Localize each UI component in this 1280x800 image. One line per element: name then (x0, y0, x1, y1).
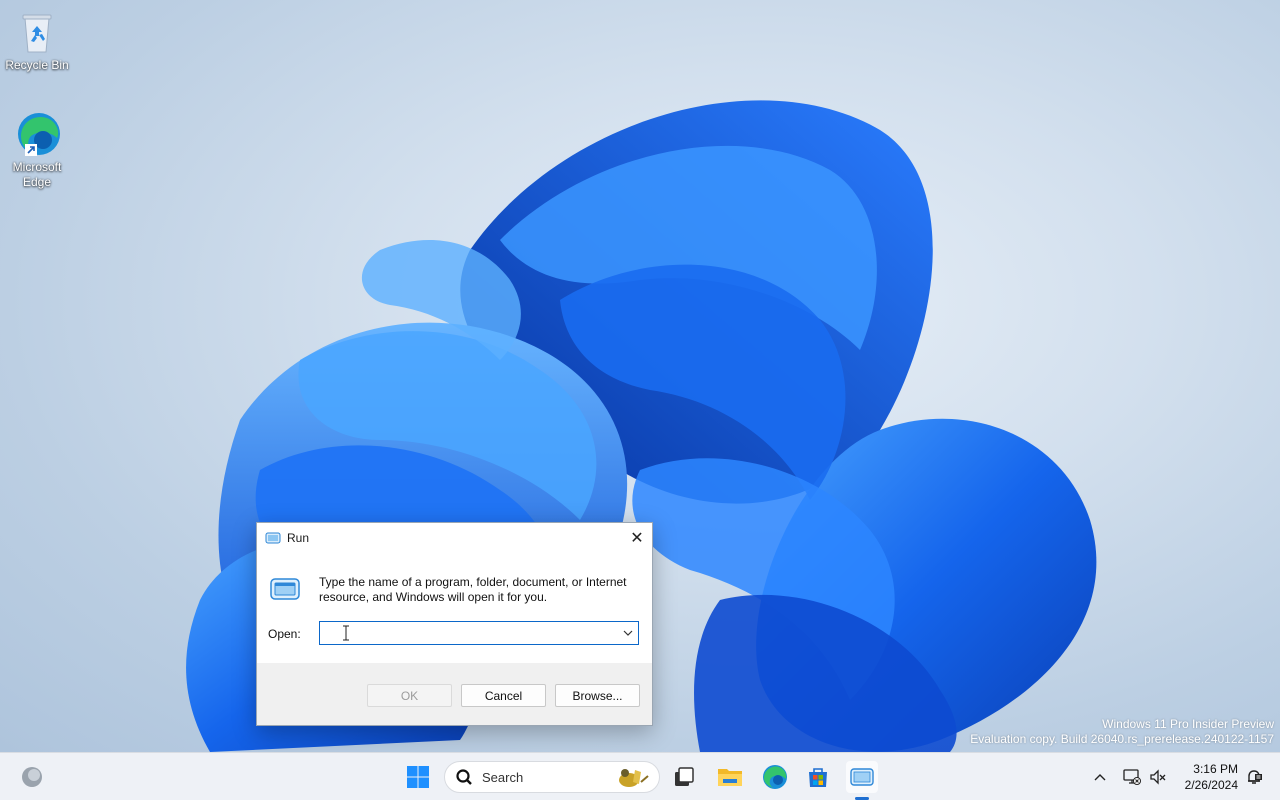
store-button[interactable] (802, 761, 834, 793)
clock-time: 3:16 PM (1193, 762, 1238, 776)
run-titlebar[interactable]: Run (257, 523, 652, 553)
close-icon: ✕ (630, 530, 644, 547)
volume-button[interactable] (1142, 761, 1174, 793)
run-taskbar-button[interactable] (846, 761, 878, 793)
run-button-bar: OK Cancel Browse... (257, 663, 652, 725)
text-cursor-icon (343, 625, 349, 641)
run-title: Run (287, 531, 310, 545)
chevron-up-icon (1094, 774, 1106, 781)
widgets-button[interactable] (16, 761, 48, 793)
widgets-icon (22, 767, 42, 787)
recycle-bin-label: Recycle Bin (5, 58, 69, 72)
recycle-bin-icon (13, 8, 61, 56)
notification-icon (1248, 770, 1262, 784)
open-input[interactable] (320, 622, 618, 644)
store-icon (809, 768, 827, 787)
ok-button[interactable]: OK (367, 684, 452, 707)
taskbar: Search 3:16 PM 2/26/2024 (0, 752, 1280, 800)
run-program-icon (270, 578, 300, 600)
start-icon (407, 766, 429, 788)
search-icon (456, 769, 472, 785)
run-dialog: Run ✕ Type the name of a program, folder… (256, 522, 653, 726)
taskbar-search[interactable]: Search (444, 761, 660, 793)
open-combobox[interactable] (319, 621, 639, 645)
dropdown-arrow-button[interactable] (618, 622, 638, 644)
desktop: Recycle Bin Microsoft Edge Windows 11 Pr… (0, 0, 1280, 752)
evaluation-watermark: Windows 11 Pro Insider Preview Evaluatio… (970, 717, 1274, 747)
close-button[interactable]: ✕ (622, 523, 652, 553)
show-hidden-icons-button[interactable] (1084, 761, 1116, 793)
run-icon (265, 532, 281, 544)
edge-button[interactable] (759, 761, 791, 793)
network-icon (1123, 769, 1141, 785)
watermark-line-2: Evaluation copy. Build 26040.rs_prerelea… (970, 732, 1274, 746)
browse-button[interactable]: Browse... (555, 684, 640, 707)
edge-icon (13, 110, 61, 158)
volume-muted-icon (1150, 769, 1166, 785)
task-view-button[interactable] (668, 761, 700, 793)
clock[interactable]: 3:16 PM 2/26/2024 (1185, 761, 1238, 793)
chevron-down-icon (623, 630, 633, 636)
run-icon (850, 768, 874, 786)
cancel-button[interactable]: Cancel (461, 684, 546, 707)
file-explorer-button[interactable] (714, 761, 746, 793)
open-label: Open: (268, 627, 301, 641)
run-description: Type the name of a program, folder, docu… (319, 575, 627, 604)
task-view-icon (675, 767, 694, 786)
edge-icon (763, 765, 787, 789)
edge-label: Microsoft Edge (12, 160, 62, 189)
recycle-bin-shortcut[interactable]: Recycle Bin (0, 8, 74, 73)
watermark-line-1: Windows 11 Pro Insider Preview (1102, 717, 1274, 731)
clock-date: 2/26/2024 (1184, 778, 1238, 792)
search-placeholder: Search (482, 769, 524, 785)
edge-shortcut[interactable]: Microsoft Edge (0, 110, 74, 190)
search-highlight-icon (619, 769, 649, 787)
start-button[interactable] (402, 761, 434, 793)
file-explorer-icon (718, 769, 742, 786)
notification-button[interactable] (1238, 761, 1270, 793)
